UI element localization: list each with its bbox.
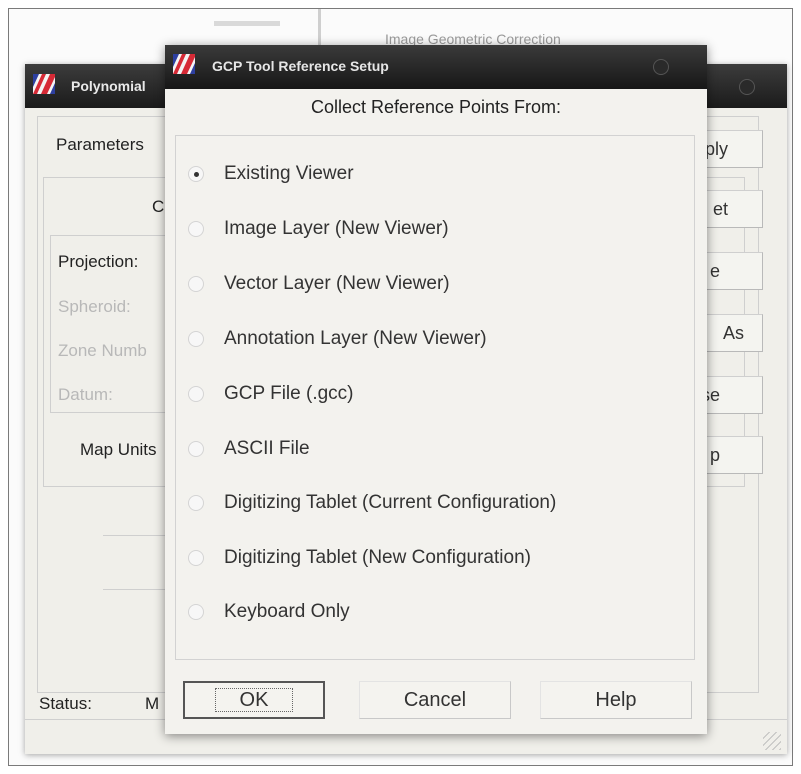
status-value: M	[145, 694, 160, 713]
cancel-button-label: Cancel	[403, 688, 467, 711]
radio-label: Digitizing Tablet (Current Configuration…	[224, 492, 557, 513]
radio-button-icon[interactable]	[188, 386, 204, 402]
spheroid-label: Spheroid:	[58, 297, 131, 316]
erdas-logo-icon	[33, 74, 55, 94]
apply-button-label: ply	[704, 139, 728, 159]
window-control-icon[interactable]	[739, 79, 755, 95]
zone-number-label: Zone Numb	[58, 341, 147, 360]
radio-button-icon[interactable]	[188, 495, 204, 511]
help-button-label: p	[709, 445, 720, 465]
radio-label: Existing Viewer	[224, 163, 354, 184]
radio-existing-viewer[interactable]: Existing Viewer	[188, 159, 354, 189]
save-as-button-label: As	[722, 323, 744, 343]
background-window-strip	[214, 21, 280, 26]
radio-label: Keyboard Only	[224, 601, 350, 622]
radio-keyboard-only[interactable]: Keyboard Only	[188, 597, 350, 627]
radio-label: GCP File (.gcc)	[224, 383, 354, 404]
gcp-dialog-titlebar[interactable]: GCP Tool Reference Setup	[165, 45, 707, 89]
gcp-dialog-title: GCP Tool Reference Setup	[212, 58, 389, 74]
c-label: C	[152, 197, 165, 216]
save-button-label: e	[709, 261, 720, 281]
gcp-reference-setup-dialog: GCP Tool Reference Setup Collect Referen…	[165, 45, 707, 734]
help-button[interactable]: Help	[540, 681, 692, 719]
collect-from-heading: Collect Reference Points From:	[310, 97, 562, 117]
radio-image-layer[interactable]: Image Layer (New Viewer)	[188, 214, 449, 244]
datum-label: Datum:	[58, 385, 113, 404]
status-label: Status:	[39, 694, 92, 713]
projection-label: Projection:	[58, 252, 139, 271]
radio-label: Annotation Layer (New Viewer)	[224, 328, 487, 349]
radio-button-icon[interactable]	[188, 604, 204, 620]
radio-annotation-layer[interactable]: Annotation Layer (New Viewer)	[188, 324, 487, 354]
radio-label: Image Layer (New Viewer)	[224, 218, 449, 239]
radio-digitizing-tablet-current[interactable]: Digitizing Tablet (Current Configuration…	[188, 488, 556, 518]
resize-grip-icon[interactable]	[763, 732, 781, 750]
radio-button-icon[interactable]	[188, 166, 204, 182]
radio-button-icon[interactable]	[188, 441, 204, 457]
map-units-label: Map Units	[80, 440, 157, 459]
parameters-tab[interactable]: Parameters	[56, 135, 144, 155]
radio-button-icon[interactable]	[188, 331, 204, 347]
window-control-icon[interactable]	[653, 59, 669, 75]
radio-label: Digitizing Tablet (New Configuration)	[224, 547, 531, 568]
reset-button-label: et	[712, 199, 728, 219]
cancel-button[interactable]: Cancel	[359, 681, 511, 719]
polynomial-window-title: Polynomial	[71, 78, 146, 94]
radio-label: Vector Layer (New Viewer)	[224, 273, 450, 294]
radio-button-icon[interactable]	[188, 550, 204, 566]
separator-line	[103, 535, 173, 536]
radio-gcp-file[interactable]: GCP File (.gcc)	[188, 379, 354, 409]
erdas-logo-icon	[173, 54, 195, 74]
radio-vector-layer[interactable]: Vector Layer (New Viewer)	[188, 269, 450, 299]
help-button-label: Help	[595, 688, 637, 711]
ok-button[interactable]: OK	[183, 681, 325, 719]
reference-source-radio-group: Existing Viewer Image Layer (New Viewer)…	[175, 135, 695, 660]
radio-ascii-file[interactable]: ASCII File	[188, 434, 310, 464]
radio-button-icon[interactable]	[188, 221, 204, 237]
radio-digitizing-tablet-new[interactable]: Digitizing Tablet (New Configuration)	[188, 543, 531, 573]
radio-button-icon[interactable]	[188, 276, 204, 292]
radio-label: ASCII File	[224, 438, 310, 459]
separator-line	[103, 589, 173, 590]
ok-button-label: OK	[214, 688, 294, 712]
